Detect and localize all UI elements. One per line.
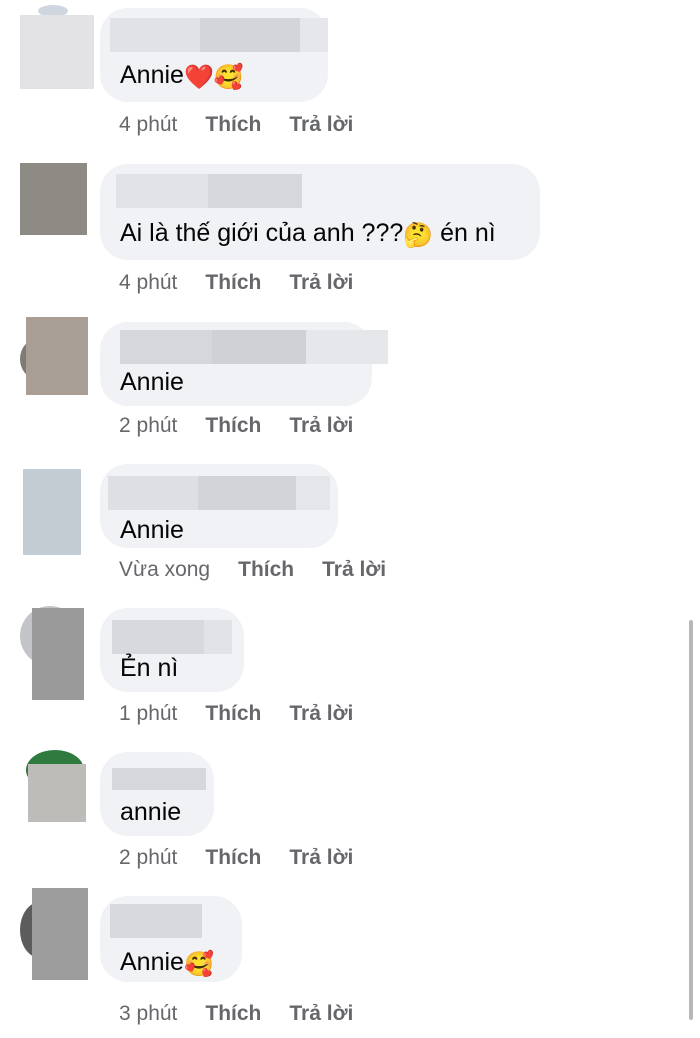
comment-bubble: Annie: [100, 464, 338, 548]
comment-item: Annie Vừa xong Thích Trả lời: [0, 458, 700, 608]
avatar[interactable]: [20, 750, 88, 840]
comment-actions: Vừa xong Thích Trả lời: [119, 558, 386, 582]
comment-bubble: Annie🥰: [100, 896, 242, 982]
comment-bubble: Ai là thế giới của anh ???🤔 én nì: [100, 164, 540, 260]
avatar[interactable]: [20, 163, 88, 253]
reply-button[interactable]: Trả lời: [322, 558, 386, 582]
like-button[interactable]: Thích: [205, 846, 261, 870]
comment-text: Ẻn nì: [120, 654, 179, 682]
timestamp: 2 phút: [119, 414, 178, 437]
avatar[interactable]: [20, 5, 94, 95]
reply-button[interactable]: Trả lời: [289, 414, 353, 438]
comment-actions: 2 phút Thích Trả lời: [119, 414, 353, 438]
reply-button[interactable]: Trả lời: [289, 702, 353, 726]
author-name-redacted[interactable]: [112, 768, 206, 790]
reply-button[interactable]: Trả lời: [289, 1002, 353, 1026]
comment-text: Annie❤️🥰: [120, 61, 244, 91]
comment-actions: 1 phút Thích Trả lời: [119, 702, 353, 726]
comment-bubble: Annie❤️🥰: [100, 8, 328, 102]
like-button[interactable]: Thích: [205, 702, 261, 726]
comment-bubble: Ẻn nì: [100, 608, 244, 692]
like-button[interactable]: Thích: [205, 113, 261, 137]
scrollbar[interactable]: [689, 620, 693, 1020]
avatar[interactable]: [20, 463, 88, 555]
timestamp: 4 phút: [119, 271, 178, 294]
comment-actions: 3 phút Thích Trả lời: [119, 1002, 353, 1026]
thinking-emoji-icon: 🤔: [403, 222, 434, 249]
like-button[interactable]: Thích: [205, 1002, 261, 1026]
avatar[interactable]: [20, 606, 88, 700]
avatar[interactable]: [20, 317, 88, 407]
avatar[interactable]: [20, 888, 88, 980]
reply-button[interactable]: Trả lời: [289, 846, 353, 870]
reply-button[interactable]: Trả lời: [289, 113, 353, 137]
comment-item: annie 2 phút Thích Trả lời: [0, 746, 700, 896]
timestamp: 1 phút: [119, 702, 178, 725]
author-name-redacted[interactable]: [112, 620, 232, 654]
author-name-redacted[interactable]: [110, 18, 328, 52]
comment-item: Ẻn nì 1 phút Thích Trả lời: [0, 602, 700, 752]
timestamp: 3 phút: [119, 1002, 178, 1025]
comment-item: Annie🥰 3 phút Thích Trả lời: [0, 888, 700, 1038]
comment-item: Annie 2 phút Thích Trả lời: [0, 312, 700, 462]
comment-text: Ai là thế giới của anh ???🤔 én nì: [120, 219, 496, 249]
comment-item: Ai là thế giới của anh ???🤔 én nì 4 phút…: [0, 158, 700, 308]
comment-actions: 4 phút Thích Trả lời: [119, 113, 353, 137]
like-button[interactable]: Thích: [238, 558, 294, 582]
comment-text: Annie🥰: [120, 948, 214, 978]
reply-button[interactable]: Trả lời: [289, 271, 353, 295]
comment-text: Annie: [120, 516, 184, 544]
author-name-redacted[interactable]: [120, 330, 388, 364]
comment-actions: 4 phút Thích Trả lời: [119, 271, 353, 295]
like-button[interactable]: Thích: [205, 271, 261, 295]
author-name-redacted[interactable]: [108, 476, 330, 510]
heart-emoji-icon: ❤️🥰: [183, 64, 244, 91]
smiling-hearts-emoji-icon: 🥰: [183, 951, 214, 978]
comment-item: Annie❤️🥰 4 phút Thích Trả lời: [0, 0, 700, 150]
comment-bubble: annie: [100, 752, 214, 836]
timestamp: Vừa xong: [119, 558, 211, 581]
comment-text: Annie: [120, 368, 184, 396]
author-name-redacted[interactable]: [110, 904, 202, 938]
timestamp: 4 phút: [119, 113, 178, 136]
timestamp: 2 phút: [119, 846, 178, 869]
comment-actions: 2 phút Thích Trả lời: [119, 846, 353, 870]
comment-bubble: Annie: [100, 322, 388, 406]
like-button[interactable]: Thích: [205, 414, 261, 438]
author-name-redacted[interactable]: [116, 174, 302, 208]
comment-text: annie: [120, 798, 182, 826]
